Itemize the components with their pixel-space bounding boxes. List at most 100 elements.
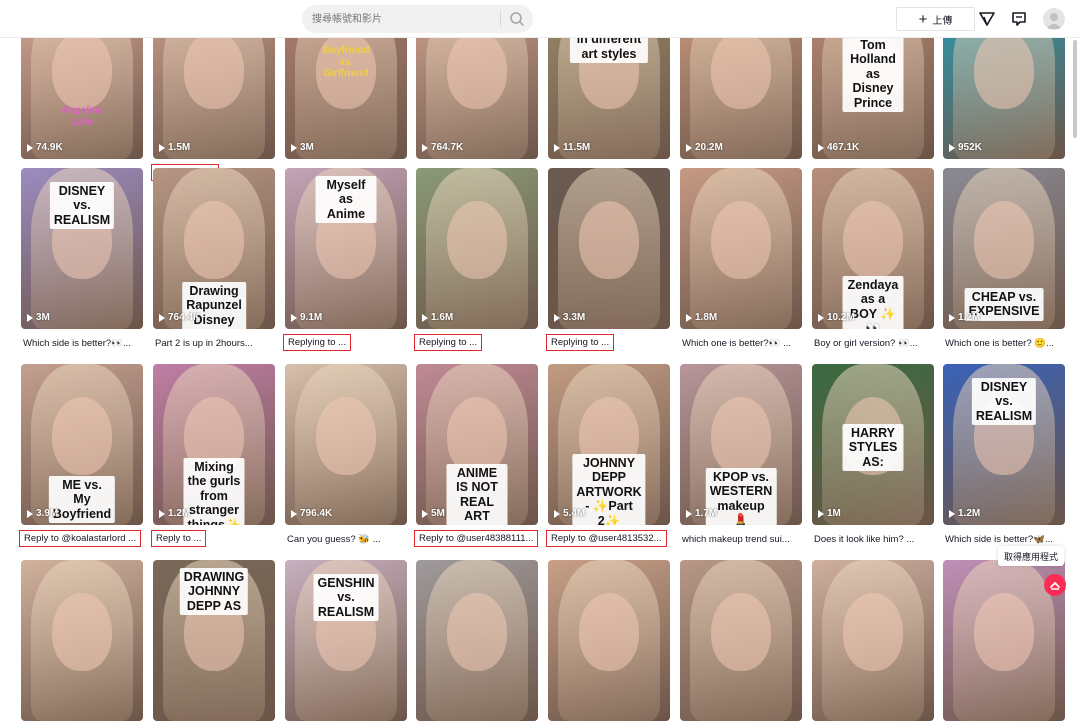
video-caption[interactable]: Reply to @user48388111... — [414, 530, 539, 547]
video-caption[interactable]: Part 2 is up in 2hours... — [155, 338, 273, 349]
search-button[interactable] — [506, 9, 528, 29]
thumbnail-face — [184, 201, 244, 280]
search-bar — [302, 5, 533, 33]
view-count-label: 467.1K — [827, 142, 860, 153]
view-count-label: 20.2M — [695, 142, 723, 153]
play-icon — [818, 313, 824, 322]
thumbnail-overlay-text: ME vs. My Boyfriend — [48, 476, 116, 524]
avatar[interactable] — [1043, 8, 1065, 30]
view-count-label: 1.7M — [695, 508, 718, 519]
view-count-label: 11.5M — [563, 142, 591, 153]
video-grid: Angelina Jolie74.9KHe hits different 😭 .… — [0, 0, 1080, 721]
upload-button[interactable]: + 上傳 — [896, 7, 975, 31]
video-thumbnail[interactable]: DRAWING JOHNNY DEPP AS — [153, 560, 275, 721]
play-icon — [686, 313, 692, 322]
video-thumbnail[interactable] — [680, 560, 802, 721]
video-thumbnail[interactable]: HARRY STYLES AS: 1M — [812, 364, 934, 525]
video-thumbnail[interactable]: ANIME IS NOT REAL ART 5M — [416, 364, 538, 525]
video-thumbnail[interactable]: Drawing Rapunzel Disney vs. Realism764.4… — [153, 168, 275, 329]
video-caption[interactable]: Does it look like him? ... — [814, 534, 932, 545]
video-thumbnail[interactable]: GENSHIN vs. REALISM — [285, 560, 407, 721]
view-count: 3M — [291, 142, 314, 153]
play-icon — [949, 509, 955, 518]
view-count: 1.5M — [159, 142, 190, 153]
view-count: 3M — [27, 312, 50, 323]
view-count: 3.3M — [554, 312, 585, 323]
search-input[interactable] — [302, 5, 498, 33]
video-thumbnail[interactable]: 1.8M — [680, 168, 802, 329]
thumbnail-overlay-text: DISNEY vs. REALISM — [49, 182, 115, 230]
video-thumbnail[interactable] — [21, 560, 143, 721]
video-thumbnail[interactable]: CHEAP vs. EXPENSIVE 1.2M — [943, 168, 1065, 329]
thumbnail-face — [711, 31, 771, 110]
view-count-label: 3M — [300, 142, 314, 153]
view-count: 1.2M — [949, 508, 980, 519]
page-scrollbar[interactable] — [1073, 40, 1077, 138]
get-app-button[interactable]: 取得應用程式 — [998, 546, 1065, 566]
play-icon — [291, 143, 297, 152]
view-count: 952K — [949, 142, 982, 153]
view-count: 796.4K — [291, 508, 332, 519]
view-count: 764.7K — [422, 142, 463, 153]
play-icon — [159, 313, 165, 322]
video-thumbnail[interactable]: KPOP vs. WESTERN makeup💄 1.7M — [680, 364, 802, 525]
video-caption[interactable]: Can you guess? 🐝 ... — [287, 534, 405, 545]
thumbnail-face — [447, 201, 507, 280]
play-icon — [422, 509, 428, 518]
video-thumbnail[interactable]: 796.4K — [285, 364, 407, 525]
plus-icon: + — [918, 10, 928, 28]
view-count-label: 74.9K — [36, 142, 63, 153]
video-thumbnail[interactable]: DISNEY vs. REALISM 3M — [21, 168, 143, 329]
play-icon — [554, 143, 560, 152]
messages-button[interactable] — [1009, 9, 1029, 29]
video-caption[interactable]: Reply to @user4813532... — [546, 530, 667, 547]
video-caption[interactable]: Boy or girl version? 👀... — [814, 338, 932, 349]
video-caption[interactable]: Reply to ... — [151, 530, 207, 547]
video-thumbnail[interactable]: Zendaya as a BOY ✨👀 10.2M — [812, 168, 934, 329]
paper-plane-icon — [979, 12, 995, 26]
video-thumbnail[interactable] — [812, 560, 934, 721]
thumbnail-face — [974, 201, 1034, 280]
view-count-label: 952K — [958, 142, 982, 153]
back-to-top-button[interactable] — [1044, 574, 1066, 596]
view-count: 11.5M — [554, 142, 590, 153]
view-count-label: 5M — [431, 508, 445, 519]
play-icon — [159, 143, 165, 152]
video-thumbnail[interactable]: JOHNNY DEPP ARTWORK - ✨Part 2✨ 5.4M — [548, 364, 670, 525]
video-caption[interactable]: Which one is better?👀 ... — [682, 338, 800, 349]
play-icon — [554, 313, 560, 322]
video-caption[interactable]: Replying to ... — [546, 334, 615, 351]
thumbnail-face — [52, 593, 112, 672]
view-count-label: 1.2M — [958, 508, 981, 519]
message-icon — [1012, 12, 1026, 26]
view-count-label: 796.4K — [300, 508, 333, 519]
video-caption[interactable]: Which side is better?🦋... — [945, 534, 1063, 545]
video-thumbnail[interactable]: 1.6M — [416, 168, 538, 329]
play-icon — [818, 143, 824, 152]
video-caption[interactable]: Which one is better? 🙂... — [945, 338, 1063, 349]
video-thumbnail[interactable]: DISNEY vs. REALISM 1.2M — [943, 364, 1065, 525]
video-caption[interactable]: Replying to ... — [283, 334, 352, 351]
play-icon — [27, 313, 33, 322]
arrow-up-icon — [1050, 581, 1060, 590]
video-caption[interactable]: Reply to @koalastarlord ... — [19, 530, 142, 547]
view-count: 10.2M — [818, 312, 855, 323]
video-thumbnail[interactable] — [548, 560, 670, 721]
play-icon — [27, 143, 33, 152]
video-thumbnail[interactable]: Myself as Anime 9.1M — [285, 168, 407, 329]
video-thumbnail[interactable]: ME vs. My Boyfriend 3.9M — [21, 364, 143, 525]
video-caption[interactable]: Replying to ... — [414, 334, 483, 351]
video-thumbnail[interactable]: Mixing the gurls from stranger things✨ 1.… — [153, 364, 275, 525]
view-count: 20.2M — [686, 142, 723, 153]
video-caption[interactable]: Which side is better?👀... — [23, 338, 141, 349]
thumbnail-face — [843, 201, 903, 280]
view-count: 74.9K — [27, 142, 63, 153]
play-icon — [949, 313, 955, 322]
play-icon — [818, 509, 824, 518]
inbox-filter-button[interactable] — [977, 9, 997, 29]
view-count: 9.1M — [291, 312, 322, 323]
view-count-label: 1.2M — [168, 508, 191, 519]
video-caption[interactable]: which makeup trend sui... — [682, 534, 800, 545]
video-thumbnail[interactable] — [416, 560, 538, 721]
video-thumbnail[interactable]: 3.3M — [548, 168, 670, 329]
